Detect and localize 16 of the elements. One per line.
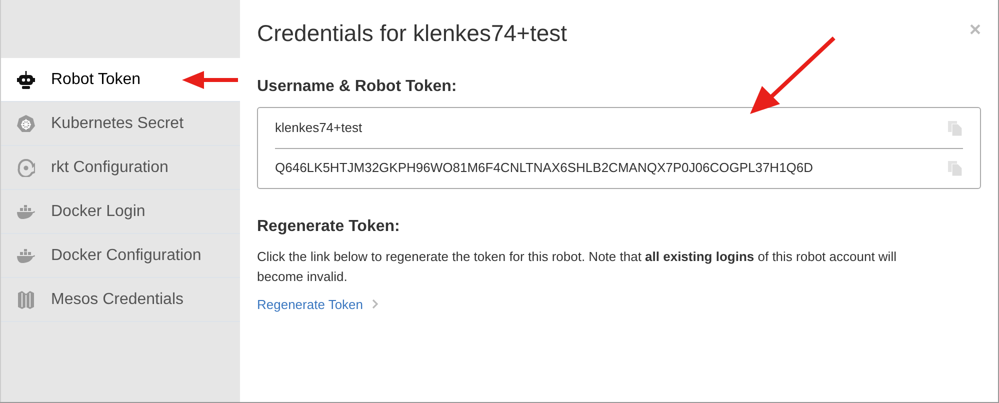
copy-icon[interactable]	[947, 120, 963, 136]
section-heading: Username & Robot Token:	[257, 76, 458, 96]
dialog-title: Credentials for klenkes74+test	[257, 19, 568, 48]
copy-icon[interactable]	[947, 160, 963, 176]
sidebar-tab[interactable]: Robot Token	[1, 58, 240, 102]
annotation-arrow	[182, 70, 238, 90]
regenerate-description: Click the link below to regenerate the token for this robot. Note that all existing logins of this robot account will become invalid.	[257, 248, 898, 286]
whale-icon	[17, 204, 35, 218]
credential-text: Q646LK5HTJM32GKPH96WO81M6F4CNLTNAX6SHLB2CMANQX7P0J06COGPL37H1Q6D	[275, 159, 814, 178]
whale-icon	[17, 248, 35, 262]
chevron-right-icon	[371, 299, 380, 310]
section-heading: Regenerate Token:	[257, 216, 401, 236]
helm-wheel-icon	[17, 114, 35, 132]
robot-icon	[17, 70, 35, 88]
regenerate-token-link[interactable]: Regenerate Token	[257, 294, 380, 314]
credential-text: klenkes74+test	[275, 118, 362, 137]
